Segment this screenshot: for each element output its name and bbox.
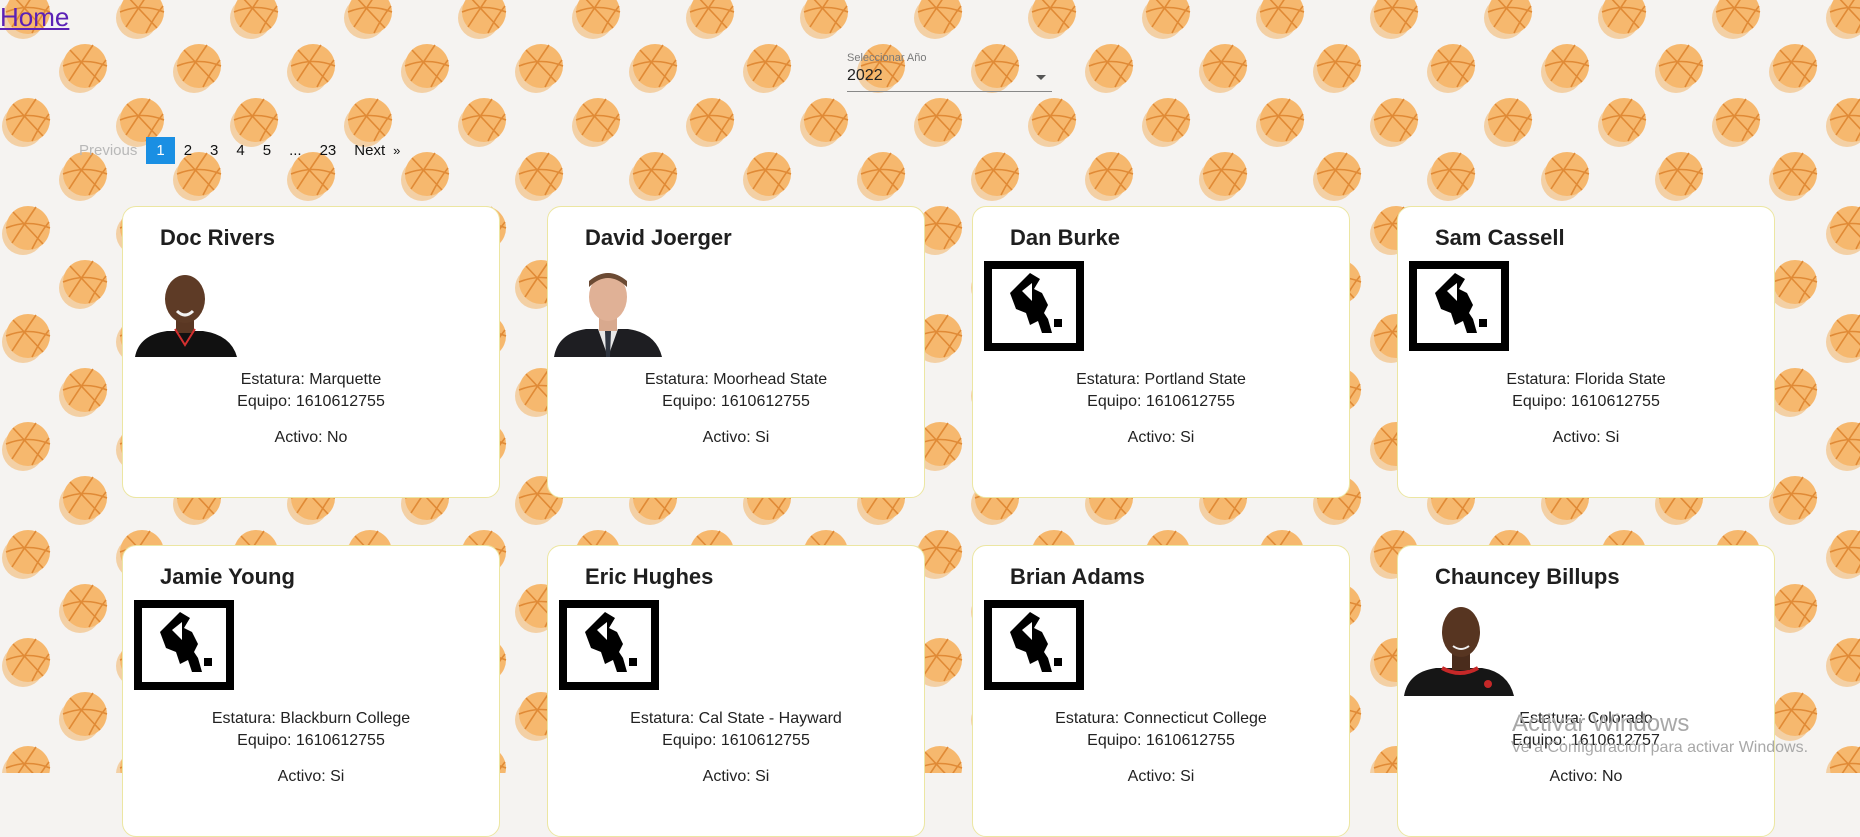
player-name: Sam Cassell — [1435, 225, 1565, 250]
player-info: Estatura: Portland State Equipo: 1610612… — [973, 369, 1349, 449]
player-name: David Joerger — [585, 225, 732, 250]
player-name: Dan Burke — [1010, 225, 1121, 250]
player-name: Chauncey Billups — [1435, 564, 1620, 589]
nba-logo-placeholder-icon — [1409, 261, 1509, 351]
player-equipo: Equipo: 1610612755 — [662, 393, 810, 410]
year-select-value: 2022 — [847, 67, 883, 84]
player-activo: Activo: Si — [1552, 429, 1620, 446]
player-card[interactable]: Chauncey Billups Estatura: Colorado Equi… — [1397, 545, 1775, 837]
nba-logo-placeholder-icon — [559, 600, 659, 690]
player-info: Estatura: Blackburn College Equipo: 1610… — [123, 708, 499, 788]
pagination-page-4[interactable]: 4 — [227, 137, 253, 164]
player-card[interactable]: Doc Rivers Estatura: Marquette Equipo: 1… — [122, 206, 500, 498]
player-card[interactable]: Sam Cassell Estatura: Florida State Equi… — [1397, 206, 1775, 498]
player-estatura: Estatura: Marquette — [240, 371, 382, 388]
pagination: Previous 1 2 3 4 5 ... 23 Next » — [70, 137, 409, 164]
nba-logo-placeholder-icon — [984, 600, 1084, 690]
player-card[interactable]: Dan Burke Estatura: Portland State Equip… — [972, 206, 1350, 498]
player-info: Estatura: Cal State - Hayward Equipo: 16… — [548, 708, 924, 788]
player-estatura: Estatura: Florida State — [1506, 371, 1666, 388]
player-card[interactable]: Jamie Young Estatura: Blackburn College … — [122, 545, 500, 837]
pagination-ellipsis: ... — [289, 142, 302, 159]
player-equipo: Equipo: 1610612755 — [237, 732, 385, 749]
pagination-page-23[interactable]: 23 — [311, 137, 346, 164]
player-activo: Activo: Si — [1127, 768, 1195, 785]
player-info: Estatura: Moorhead State Equipo: 1610612… — [548, 369, 924, 449]
player-photo — [1402, 604, 1518, 696]
year-select-label: Seleccionar Año — [847, 52, 927, 64]
player-photo — [127, 265, 243, 357]
player-equipo: Equipo: 1610612755 — [1087, 732, 1235, 749]
player-name: Doc Rivers — [160, 225, 275, 250]
player-info: Estatura: Florida State Equipo: 16106127… — [1398, 369, 1774, 449]
player-card[interactable]: David Joerger Estatura: Moorhead State E… — [547, 206, 925, 498]
year-select-field[interactable]: 2022 — [847, 67, 1052, 92]
player-info: Estatura: Marquette Equipo: 1610612755 A… — [123, 369, 499, 449]
player-activo: Activo: Si — [702, 768, 770, 785]
player-card[interactable]: Brian Adams Estatura: Connecticut Colleg… — [972, 545, 1350, 837]
player-info: Estatura: Connecticut College Equipo: 16… — [973, 708, 1349, 788]
page-content: Home Seleccionar Año 2022 Previous 1 2 3… — [0, 0, 1860, 837]
pagination-page-3[interactable]: 3 — [201, 137, 227, 164]
player-equipo: Equipo: 1610612755 — [662, 732, 810, 749]
pagination-page-5[interactable]: 5 — [254, 137, 280, 164]
player-estatura: Estatura: Blackburn College — [211, 710, 411, 727]
nba-logo-placeholder-icon — [984, 261, 1084, 351]
player-estatura: Estatura: Cal State - Hayward — [630, 710, 842, 727]
pagination-next[interactable]: Next — [345, 137, 389, 164]
player-card[interactable]: Eric Hughes Estatura: Cal State - Haywar… — [547, 545, 925, 837]
pagination-previous[interactable]: Previous — [70, 137, 146, 164]
player-activo: Activo: No — [1549, 768, 1623, 785]
chevron-down-icon[interactable] — [1036, 75, 1046, 80]
player-photo — [552, 265, 668, 357]
player-equipo: Equipo: 1610612755 — [1087, 393, 1235, 410]
windows-activation-watermark: Activar Windows Ve a Configuración para … — [1511, 710, 1809, 758]
double-chevron-right-icon[interactable]: » — [389, 137, 409, 164]
player-estatura: Estatura: Connecticut College — [1055, 710, 1267, 727]
home-link[interactable]: Home — [0, 2, 69, 33]
player-name: Eric Hughes — [585, 564, 714, 589]
year-select[interactable]: Seleccionar Año 2022 — [847, 52, 1052, 92]
player-equipo: Equipo: 1610612755 — [1512, 393, 1660, 410]
player-name: Jamie Young — [160, 564, 295, 589]
nba-logo-placeholder-icon — [134, 600, 234, 690]
pagination-page-2[interactable]: 2 — [175, 137, 201, 164]
watermark-subtitle: Ve a Configuración para activar Windows. — [1511, 739, 1809, 756]
player-estatura: Estatura: Portland State — [1076, 371, 1246, 388]
player-activo: Activo: Si — [702, 429, 770, 446]
player-activo: Activo: Si — [1127, 429, 1195, 446]
pagination-page-1[interactable]: 1 — [146, 137, 175, 164]
player-activo: Activo: Si — [277, 768, 345, 785]
player-estatura: Estatura: Moorhead State — [644, 371, 828, 388]
player-activo: Activo: No — [274, 429, 348, 446]
watermark-title: Activar Windows — [1512, 710, 1690, 737]
player-name: Brian Adams — [1010, 564, 1145, 589]
player-equipo: Equipo: 1610612755 — [237, 393, 385, 410]
